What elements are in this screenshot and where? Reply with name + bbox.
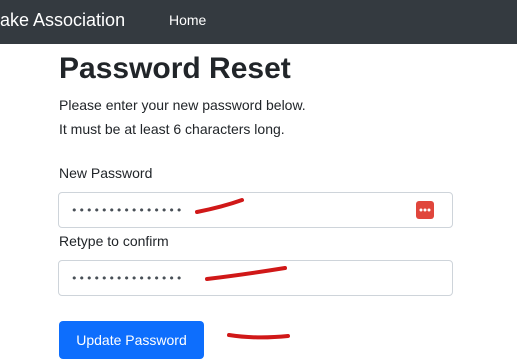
nav-home-link[interactable]: Home (169, 11, 206, 29)
confirm-password-label: Retype to confirm (59, 233, 169, 249)
new-password-label: New Password (59, 165, 153, 181)
confirm-password-input[interactable] (58, 260, 453, 296)
new-password-input[interactable] (58, 192, 453, 228)
intro-text-line1: Please enter your new password below. (59, 97, 306, 113)
annotation-stroke-3 (227, 333, 290, 340)
password-manager-icon[interactable] (416, 201, 434, 219)
update-password-button[interactable]: Update Password (59, 321, 204, 359)
page-title: Password Reset (59, 52, 291, 85)
navbar: ake Association Home (0, 0, 517, 44)
intro-text-line2: It must be at least 6 characters long. (59, 121, 285, 137)
navbar-brand[interactable]: ake Association (0, 9, 125, 31)
